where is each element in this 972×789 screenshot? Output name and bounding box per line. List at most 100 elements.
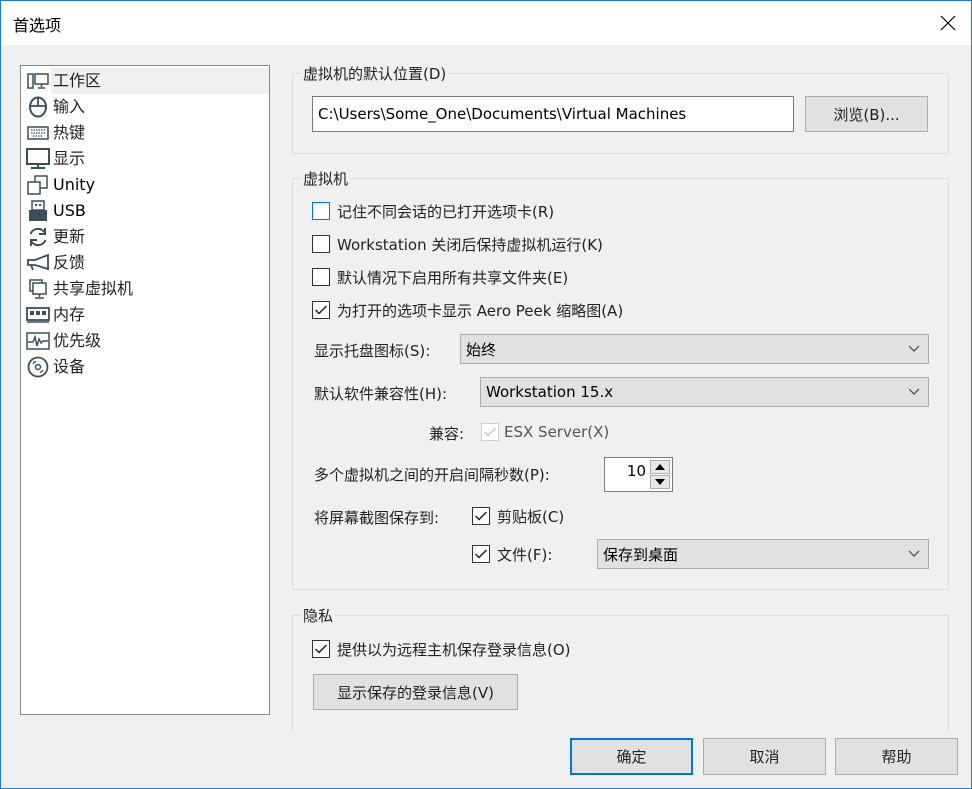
checkbox-label: Workstation 关闭后保持虚拟机运行(K) [337,235,603,254]
keep-running-checkbox[interactable] [312,235,330,253]
sidebar-item-label: 反馈 [53,253,86,272]
memory-icon [25,302,51,328]
checkmark-icon [474,511,488,521]
sidebar-item-label: 热键 [53,123,86,142]
sidebar-item-label: USB [53,201,86,220]
group-title: 虚拟机的默认位置(D) [301,63,449,84]
sidebar-item-display[interactable]: 显示 [23,146,269,172]
title-bar: 首选项 [1,1,971,45]
checkmark-icon [474,549,488,559]
aero-peek-checkbox[interactable] [312,301,330,319]
interval-label: 多个虚拟机之间的开启间隔秒数(P): [314,466,550,484]
enable-shared-folders-checkbox[interactable] [312,268,330,286]
sidebar-item-feedback[interactable]: 反馈 [23,250,269,276]
interval-spinner[interactable]: 10 [604,457,673,492]
group-title: 隐私 [301,605,336,626]
keep-running-option[interactable]: Workstation 关闭后保持虚拟机运行(K) [312,233,603,255]
sidebar-item-input[interactable]: 输入 [23,94,269,120]
checkmark-icon [314,305,328,315]
compat-label: 默认软件兼容性(H): [314,385,448,403]
sidebar-item-label: 更新 [53,227,86,246]
sidebar-item-label: 工作区 [51,68,269,94]
sidebar-item-unity[interactable]: Unity [23,172,269,198]
clipboard-option[interactable]: 剪贴板(C) [472,505,564,527]
chevron-down-icon [908,550,920,557]
chevron-down-icon [908,388,920,395]
checkbox-label: 记住不同会话的已打开选项卡(R) [337,202,555,221]
file-checkbox[interactable] [472,545,490,563]
sidebar-item-updates[interactable]: 更新 [23,224,269,250]
compatible-label: 兼容: [429,425,465,443]
save-login-option[interactable]: 提供以为远程主机保存登录信息(O) [312,638,571,660]
checkbox-label: ESX Server(X) [504,423,610,441]
select-value: 保存到桌面 [603,545,679,564]
sidebar-item-label: 输入 [53,97,86,116]
checkmark-icon [314,644,328,654]
usb-icon [25,198,51,224]
checkbox-label: 默认情况下启用所有共享文件夹(E) [337,268,569,287]
close-icon [940,15,956,31]
chevron-down-icon [908,345,920,352]
keyboard-icon [25,120,51,146]
spin-up-button[interactable] [650,460,670,474]
sidebar-item-label: 共享虚拟机 [53,279,134,298]
unity-windows-icon [25,172,51,198]
sidebar-item-label: 内存 [53,305,86,324]
checkbox-label: 提供以为远程主机保存登录信息(O) [337,640,571,659]
close-button[interactable] [925,1,971,45]
megaphone-icon [25,250,51,276]
esx-option: ESX Server(X) [481,421,609,443]
file-option[interactable]: 文件(F): [472,543,552,565]
triangle-down-icon [655,479,665,485]
sidebar-item-devices[interactable]: 设备 [23,354,269,380]
privacy-group: 隐私 [292,605,949,731]
sidebar-item-memory[interactable]: 内存 [23,302,269,328]
sidebar-item-workspace[interactable]: 工作区 [23,68,269,94]
checkmark-icon [483,427,497,437]
checkbox-label: 文件(F): [497,545,553,564]
select-value: 始终 [466,340,497,359]
help-button[interactable]: 帮助 [835,738,958,775]
priority-pulse-icon [25,328,51,354]
checkbox-label: 为打开的选项卡显示 Aero Peek 缩略图(A) [337,301,624,320]
sidebar-item-shared-vms[interactable]: 共享虚拟机 [23,276,269,302]
shared-vm-icon [25,276,51,302]
workspace-icon [25,68,51,94]
file-destination-select[interactable]: 保存到桌面 [597,539,929,569]
sidebar-item-label: Unity [53,175,96,194]
ok-button[interactable]: 确定 [570,738,693,775]
compat-select[interactable]: Workstation 15.x [480,377,929,407]
aero-peek-option[interactable]: 为打开的选项卡显示 Aero Peek 缩略图(A) [312,299,623,321]
sidebar-item-priority[interactable]: 优先级 [23,328,269,354]
sidebar-item-hotkeys[interactable]: 热键 [23,120,269,146]
group-title: 虚拟机 [301,168,351,189]
interval-value[interactable]: 10 [627,462,646,480]
esx-checkbox [481,423,499,441]
select-value: Workstation 15.x [486,383,614,401]
default-location-input[interactable]: C:\Users\Some_One\Documents\Virtual Mach… [312,96,794,132]
tray-icon-label: 显示托盘图标(S): [314,342,431,360]
refresh-icon [25,224,51,250]
save-login-checkbox[interactable] [312,640,330,658]
preferences-dialog: 首选项 工作区 输入 热键 显示 Unity USB 更新 反馈 共享虚拟机 内… [0,0,972,789]
sidebar-item-label: 设备 [53,357,86,376]
remember-tabs-option[interactable]: 记住不同会话的已打开选项卡(R) [312,200,554,222]
enable-shared-folders-option[interactable]: 默认情况下启用所有共享文件夹(E) [312,266,568,288]
tray-icon-select[interactable]: 始终 [460,334,929,364]
spin-down-button[interactable] [650,475,670,489]
category-list[interactable]: 工作区 输入 热键 显示 Unity USB 更新 反馈 共享虚拟机 内存 优先… [20,65,270,715]
sidebar-item-usb[interactable]: USB [23,198,269,224]
clipboard-checkbox[interactable] [472,507,490,525]
checkbox-label: 剪贴板(C) [497,507,565,526]
screenshot-save-label: 将屏幕截图保存到: [314,509,440,527]
cancel-button[interactable]: 取消 [703,738,826,775]
remember-tabs-checkbox[interactable] [312,202,330,220]
triangle-up-icon [655,464,665,470]
monitor-icon [25,146,51,172]
window-title: 首选项 [13,16,62,35]
show-saved-login-button[interactable]: 显示保存的登录信息(V) [313,674,518,710]
mouse-icon [25,94,51,120]
sidebar-item-label: 显示 [53,149,86,168]
sidebar-item-label: 优先级 [53,331,102,350]
browse-button[interactable]: 浏览(B)... [805,96,928,132]
